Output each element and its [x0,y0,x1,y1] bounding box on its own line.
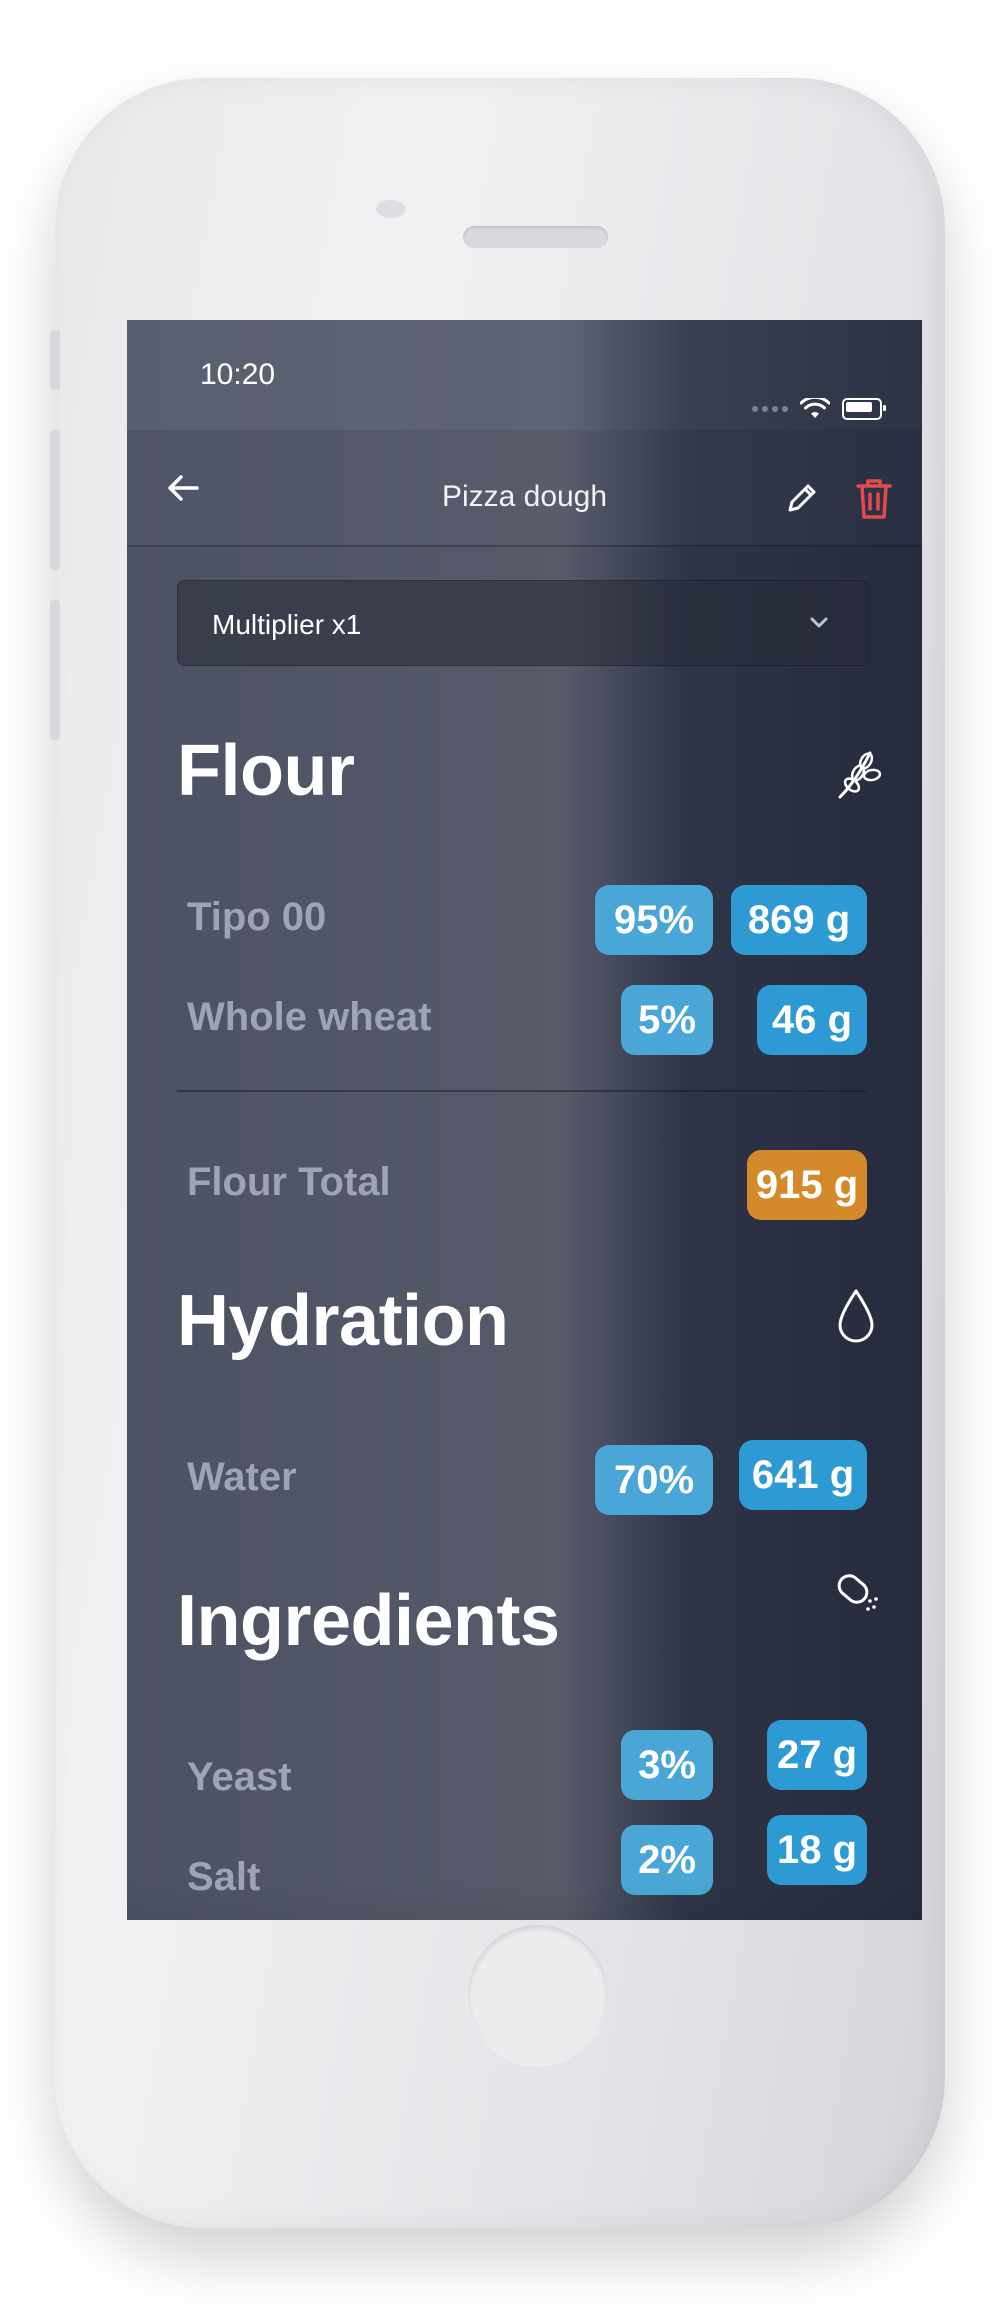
flour-total-label: Flour Total [187,1160,391,1204]
hydration-item-percent[interactable]: 70% [595,1445,713,1515]
earpiece-speaker [463,226,608,248]
flour-item-label: Whole wheat [187,995,432,1039]
cellular-signal-icon [752,406,788,412]
navigation-bar: Pizza dough [127,430,922,547]
ingredients-section-title: Ingredients [177,1581,560,1661]
home-button[interactable] [468,1925,608,2065]
hydration-item-label: Water [187,1455,297,1499]
battery-icon [842,398,886,420]
ingredient-item-label: Yeast [187,1755,292,1799]
pencil-icon[interactable] [782,478,822,518]
front-camera [376,200,406,218]
status-time: 10:20 [200,358,276,391]
app-screen: 10:20 Pizza dough Multiplier x1 Flour Ti… [127,320,922,1920]
flour-item-label: Tipo 00 [187,895,327,939]
ingredient-item-grams[interactable]: 18 g [767,1815,867,1885]
flour-item-grams[interactable]: 869 g [731,885,867,955]
trash-icon[interactable] [852,476,896,522]
mute-switch [50,330,60,390]
ingredient-item-grams[interactable]: 27 g [767,1720,867,1790]
flour-section-title: Flour [177,731,355,811]
water-drop-icon [838,1289,874,1343]
flour-divider [177,1090,867,1092]
flour-total-value: 915 g [747,1150,867,1220]
ingredient-item-percent[interactable]: 3% [621,1730,713,1800]
flour-item-percent[interactable]: 95% [595,885,713,955]
wheat-icon [838,751,882,799]
multiplier-value: Multiplier x1 [212,609,362,640]
volume-down-button [50,600,60,740]
multiplier-select[interactable]: Multiplier x1 [177,580,869,666]
flour-item-grams[interactable]: 46 g [757,985,867,1055]
flour-item-percent[interactable]: 5% [621,985,713,1055]
hydration-item-grams[interactable]: 641 g [739,1440,867,1510]
chevron-down-icon [810,617,828,628]
status-icons [752,398,886,420]
wifi-icon [800,398,830,418]
status-bar: 10:20 [127,320,922,430]
device-mockup: 10:20 Pizza dough Multiplier x1 Flour Ti… [0,0,1002,2310]
hydration-section-title: Hydration [177,1281,509,1361]
salt-shaker-icon [837,1574,878,1611]
volume-up-button [50,430,60,570]
screen-bottom-edge [127,1880,922,1920]
